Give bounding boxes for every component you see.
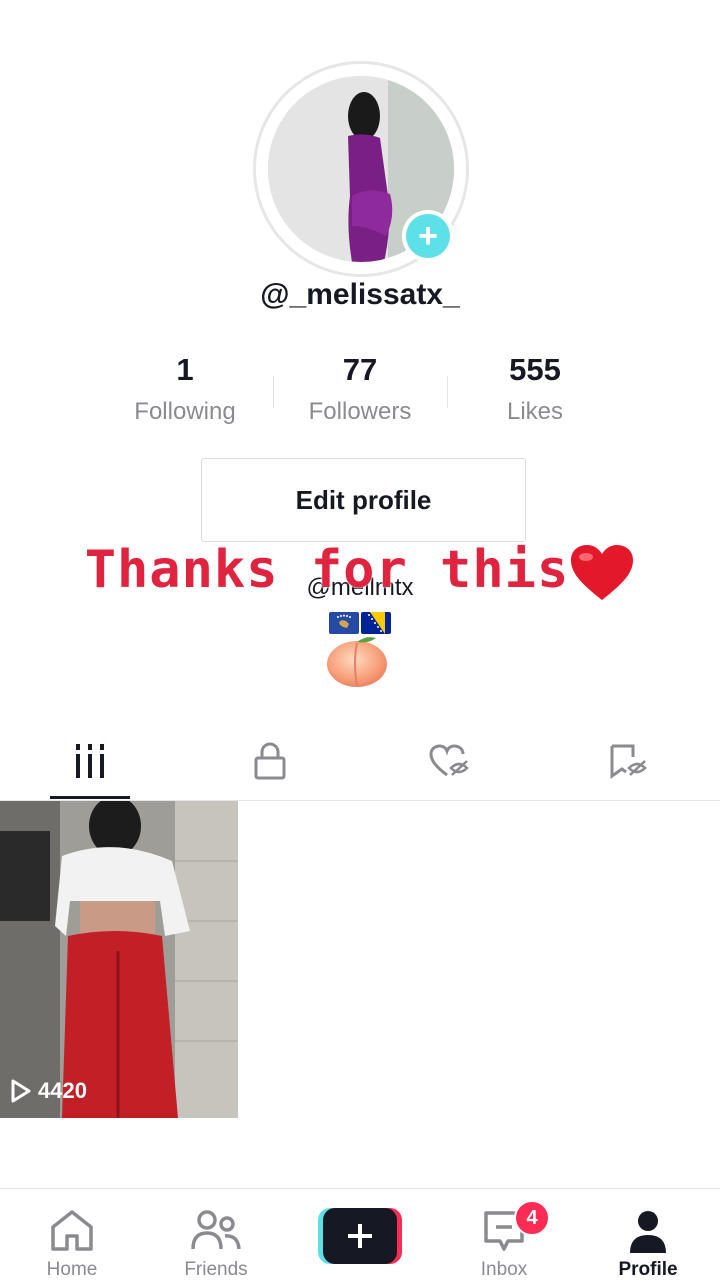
tab-videos[interactable] [0,722,180,800]
bookmark-hidden-icon [610,744,647,779]
likes-label: Likes [506,398,564,425]
edit-profile-button[interactable]: Edit profile [201,458,526,542]
kosovo-flag-icon [329,612,359,634]
lock-icon [254,742,286,780]
profile-tabs [0,722,720,801]
tab-favorites[interactable] [540,722,720,800]
nav-profile[interactable]: Profile [576,1189,720,1281]
video-view-count: 4420 [10,1078,87,1104]
nav-home-label: Home [46,1259,98,1280]
play-icon [11,1079,31,1103]
friends-icon [191,1210,241,1250]
create-button[interactable] [318,1208,402,1264]
nav-friends[interactable]: Friends [144,1189,288,1281]
view-count-text: 4420 [38,1078,87,1103]
overlay-caption: Thanks for this [0,540,720,602]
followers-count: 77 [342,352,378,387]
nav-inbox-label: Inbox [480,1259,528,1280]
video-thumbnail[interactable] [0,801,238,1118]
following-count: 1 [176,352,194,387]
stat-divider [273,376,274,408]
nav-home[interactable]: Home [0,1189,144,1281]
peach-icon [327,637,387,687]
red-heart-icon [571,545,634,600]
nav-inbox[interactable]: Inbox [432,1189,576,1281]
nav-profile-label: Profile [618,1259,678,1280]
plus-icon: + [406,214,450,258]
followers-label: Followers [308,398,412,425]
following-label: Following [134,398,236,425]
add-avatar-button[interactable]: + [402,210,454,262]
profile-username: @_melissatx_ [260,278,460,311]
tab-liked[interactable] [360,722,540,800]
active-tab-indicator [50,796,130,799]
profile-icon [630,1211,666,1253]
tab-private[interactable] [180,722,360,800]
bosnia-flag-icon [361,612,391,634]
likes-count: 555 [509,352,561,387]
heart-hidden-icon [429,744,469,777]
stat-followers[interactable]: 77 Followers [280,352,440,426]
stat-divider [447,376,448,408]
home-icon [51,1210,93,1251]
stat-likes[interactable]: 555 Likes [455,352,615,426]
bio-flags [0,612,720,634]
grid-icon [76,744,104,778]
stat-following[interactable]: 1 Following [105,352,265,426]
nav-friends-label: Friends [184,1259,248,1280]
video-thumbnail-image [0,801,238,1118]
overlay-caption-text: Thanks for this [84,540,570,600]
inbox-badge: 4 [514,1200,550,1236]
